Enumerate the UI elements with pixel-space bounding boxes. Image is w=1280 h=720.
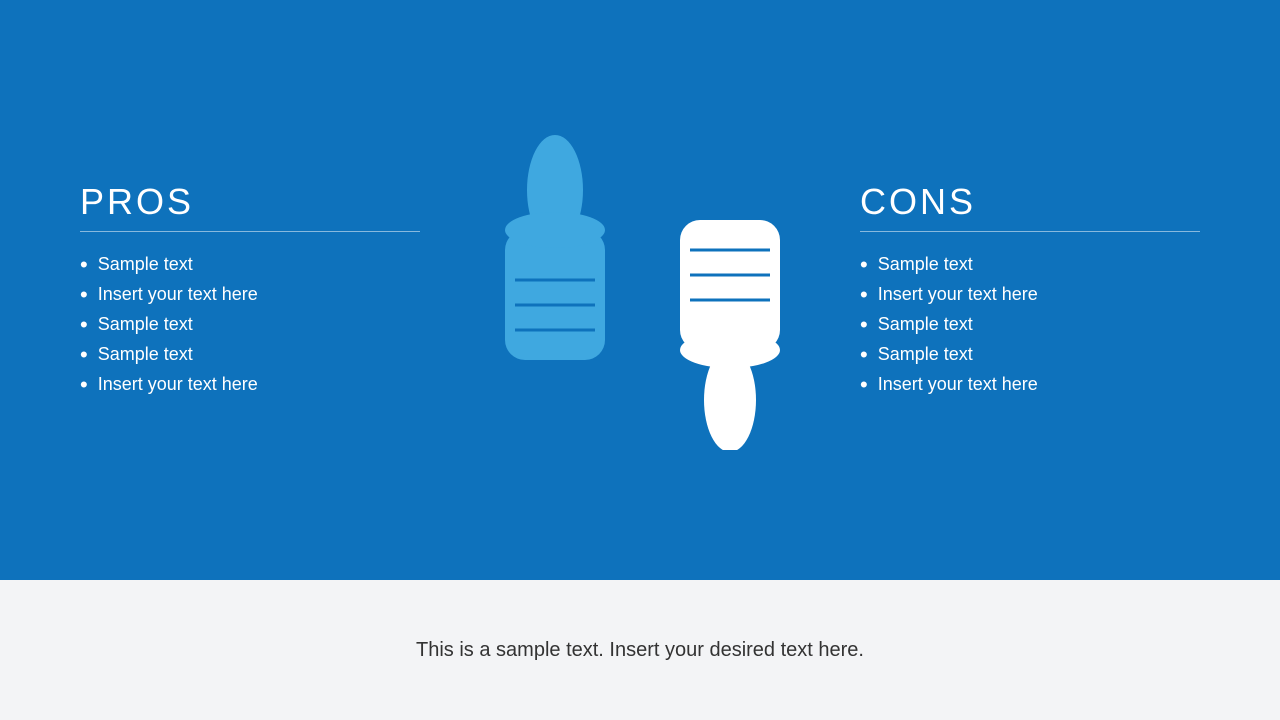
- pros-list: Sample text Insert your text here Sample…: [80, 250, 420, 400]
- cons-list: Sample text Insert your text here Sample…: [860, 250, 1200, 400]
- list-item[interactable]: Sample text: [80, 340, 420, 370]
- footer-text[interactable]: This is a sample text. Insert your desir…: [416, 635, 864, 665]
- cons-column: CONS Sample text Insert your text here S…: [860, 181, 1200, 400]
- cons-title: CONS: [860, 181, 1200, 223]
- list-item[interactable]: Insert your text here: [80, 280, 420, 310]
- list-item[interactable]: Sample text: [80, 250, 420, 280]
- pros-column: PROS Sample text Insert your text here S…: [80, 181, 420, 400]
- pros-title: PROS: [80, 181, 420, 223]
- thumbs-down-icon: [650, 130, 810, 450]
- list-item[interactable]: Insert your text here: [860, 370, 1200, 400]
- list-item[interactable]: Sample text: [80, 310, 420, 340]
- list-item[interactable]: Insert your text here: [80, 370, 420, 400]
- list-item[interactable]: Insert your text here: [860, 280, 1200, 310]
- list-item[interactable]: Sample text: [860, 250, 1200, 280]
- cons-divider: [860, 231, 1200, 232]
- main-section: PROS Sample text Insert your text here S…: [0, 0, 1280, 580]
- list-item[interactable]: Sample text: [860, 310, 1200, 340]
- footer-section: This is a sample text. Insert your desir…: [0, 580, 1280, 720]
- icons-center: [420, 130, 860, 450]
- list-item[interactable]: Sample text: [860, 340, 1200, 370]
- pros-divider: [80, 231, 420, 232]
- thumbs-up-icon: [470, 130, 640, 450]
